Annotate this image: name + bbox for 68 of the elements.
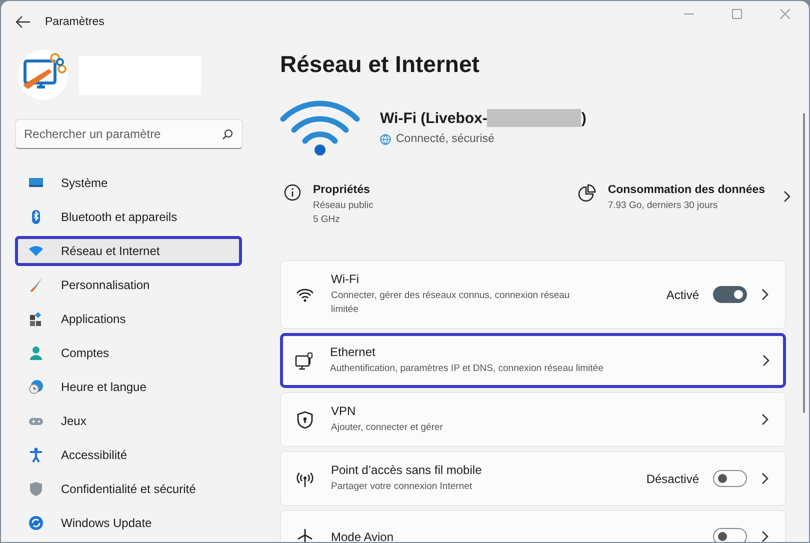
wifi-icon (280, 98, 360, 156)
toggle-state: Désactivé (646, 472, 699, 486)
nav-icon (28, 345, 44, 361)
card-title: Ethernet (330, 345, 376, 359)
properties-title[interactable]: Propriétés (313, 184, 374, 196)
toggle-switch[interactable] (713, 470, 747, 487)
nav-icon (28, 243, 44, 259)
search-icon (222, 129, 233, 140)
pie-chart-icon (578, 184, 596, 202)
card-icon (294, 350, 314, 370)
chevron-icon (783, 190, 791, 202)
card-title: Mode Avion (331, 530, 394, 542)
back-arrow-icon[interactable] (15, 15, 31, 29)
globe-icon (380, 134, 391, 144)
sidebar-item[interactable]: Bluetooth et appareils (15, 202, 242, 232)
toggle-switch[interactable] (713, 528, 747, 542)
data-usage-detail: 7.93 Go, derniers 30 jours (608, 199, 719, 213)
search-field[interactable]: Rechercher un paramètre (15, 119, 243, 149)
card-subtitle: Authentification, paramètres IP et DNS, connexion réseau limitée (330, 362, 604, 376)
chevron-icon (761, 413, 769, 426)
toggle-state: Activé (666, 288, 699, 302)
card-icon (295, 410, 315, 430)
maximize-icon[interactable] (732, 9, 742, 19)
nav-icon (28, 481, 44, 497)
connection-status: Connecté, sécurisé (396, 133, 494, 145)
info-icon (284, 184, 301, 201)
nav-icon (28, 379, 44, 395)
card-subtitle: Partager votre connexion Internet (331, 480, 474, 494)
chevron-icon (761, 530, 769, 542)
sidebar-item[interactable]: Personnalisation (15, 270, 242, 300)
card-subtitle: Ajouter, connecter et gérer (331, 421, 444, 435)
sidebar-item[interactable]: Jeux (15, 406, 242, 436)
nav-icon (28, 311, 44, 327)
card-title: Point d’accès sans fil mobile (331, 463, 483, 477)
minimize-icon[interactable] (684, 13, 694, 15)
property-line: 5 GHz (313, 213, 341, 227)
sidebar-item[interactable]: Windows Update (15, 508, 242, 538)
chevron-icon (762, 354, 770, 367)
close-icon[interactable] (780, 9, 790, 19)
card-title: Wi-Fi (331, 272, 360, 286)
settings-card[interactable]: Point d’accès sans fil mobile Partager votre connexion Internet Désactivé (280, 451, 786, 506)
sidebar-item[interactable]: Confidentialité et sécurité (15, 474, 242, 504)
settings-card[interactable]: Wi-Fi Connecter, gérer des réseaux connus, connexion réseau limitée Activé (280, 260, 786, 329)
nav-icon (28, 515, 44, 531)
settings-card[interactable]: VPN Ajouter, connecter et gérer (280, 392, 786, 447)
sidebar-item[interactable]: Applications (15, 304, 242, 334)
nav-icon (28, 277, 44, 293)
toggle-switch[interactable] (713, 286, 747, 303)
settings-card[interactable]: Mode Avion (280, 510, 786, 542)
network-name-end: ) (581, 110, 586, 126)
sidebar-item[interactable]: Accessibilité (15, 440, 242, 470)
card-subtitle: Connecter, gérer des réseaux connus, connexion réseau limitée (331, 289, 571, 317)
network-name: Wi-Fi (Livebox- (380, 110, 488, 126)
page-title: Réseau et Internet (280, 51, 480, 78)
sidebar-item[interactable]: Système (15, 168, 242, 198)
settings-card[interactable]: Ethernet Authentification, paramètres IP et DNS, connexion réseau limitée (280, 333, 786, 388)
property-line: Réseau public (313, 199, 374, 213)
sidebar-item[interactable]: Heure et langue (15, 372, 242, 402)
card-title: VPN (331, 404, 357, 418)
chevron-icon (761, 288, 769, 301)
chevron-icon (761, 472, 769, 485)
card-icon (295, 526, 315, 542)
nav-icon (28, 447, 44, 463)
sidebar-item[interactable]: Comptes (15, 338, 242, 368)
sidebar-item[interactable]: Réseau et Internet (15, 236, 242, 266)
data-usage-title[interactable]: Consommation des données (608, 184, 765, 196)
avatar-drawing (17, 49, 69, 101)
window-title: Paramètres (45, 16, 106, 28)
